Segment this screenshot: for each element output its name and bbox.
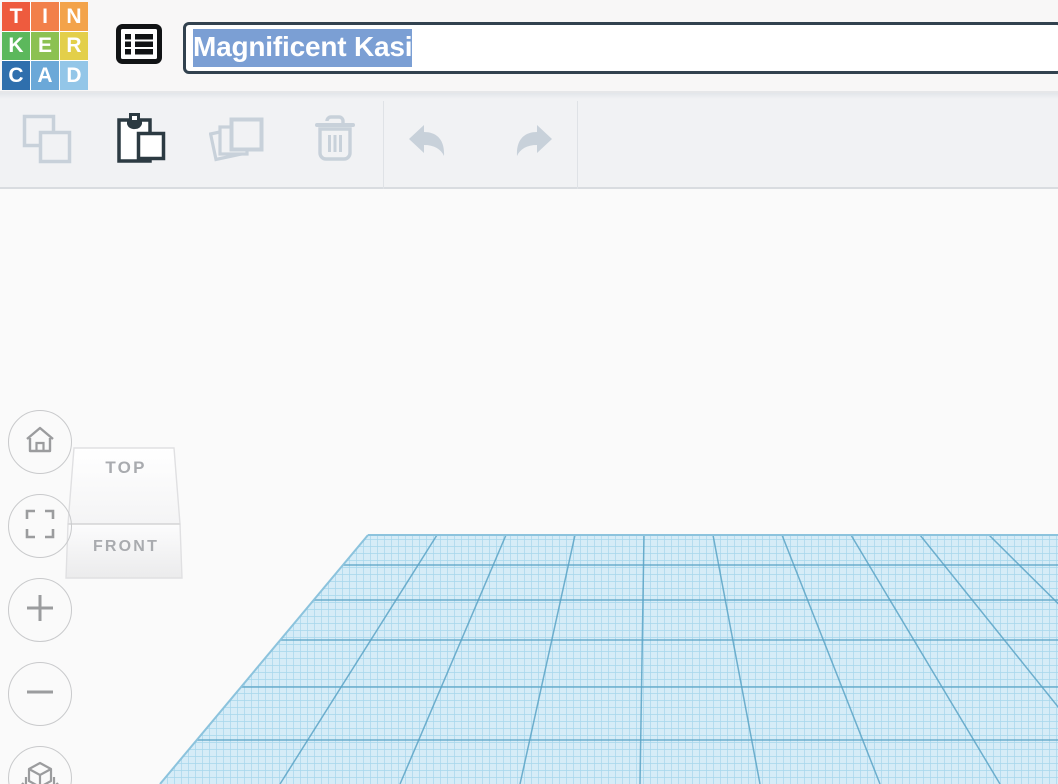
- fit-to-view-button[interactable]: [8, 494, 72, 558]
- copy-icon: [19, 111, 75, 172]
- logo-tile-e: E: [31, 31, 59, 61]
- logo-tile-c: C: [2, 61, 30, 90]
- edit-toolbar: [0, 93, 1058, 189]
- trash-icon: [307, 111, 363, 172]
- minus-icon: [24, 676, 56, 713]
- undo-arrow-icon: [404, 115, 462, 168]
- view-cube-front-label[interactable]: FRONT: [62, 538, 190, 556]
- logo-tile-n: N: [60, 2, 88, 31]
- zoom-in-button[interactable]: [8, 578, 72, 642]
- design-title-input[interactable]: Magnificent Kasi: [183, 22, 1058, 74]
- logo-tile-t: T: [2, 2, 30, 31]
- logo-tile-i: I: [31, 2, 59, 31]
- duplicate-icon: [208, 111, 269, 172]
- logo-tile-d: D: [60, 61, 88, 90]
- home-view-button[interactable]: [8, 410, 72, 474]
- tinkercad-app: T I N K E R C A D Magnificent Kasi TOP F…: [0, 0, 1058, 784]
- home-icon: [23, 424, 57, 461]
- cube-arrows-icon: [21, 759, 59, 784]
- paste-button[interactable]: [104, 107, 178, 175]
- duplicate-button[interactable]: [202, 107, 276, 175]
- logo-tile-k: K: [2, 31, 30, 61]
- design-menu-button[interactable]: [115, 22, 163, 70]
- logo-tile-a: A: [31, 61, 59, 90]
- toolbar-separator-2: [577, 101, 578, 189]
- view-cube-top-label[interactable]: TOP: [62, 458, 190, 478]
- tinkercad-logo[interactable]: T I N K E R C A D: [2, 2, 88, 90]
- redo-button[interactable]: [491, 107, 565, 175]
- app-header: T I N K E R C A D Magnificent Kasi: [0, 0, 1058, 93]
- plus-icon: [24, 592, 56, 629]
- view-cube[interactable]: TOP FRONT: [62, 430, 190, 590]
- logo-tile-r: R: [60, 31, 88, 61]
- redo-arrow-icon: [499, 115, 557, 168]
- paste-icon: [113, 111, 169, 172]
- zoom-out-button[interactable]: [8, 662, 72, 726]
- toolbar-sheen: [0, 93, 1058, 99]
- design-title-text[interactable]: Magnificent Kasi: [193, 28, 412, 68]
- undo-button[interactable]: [396, 107, 470, 175]
- delete-button[interactable]: [298, 107, 372, 175]
- list-menu-icon: [116, 23, 162, 69]
- toolbar-separator-1: [383, 101, 384, 189]
- copy-button[interactable]: [10, 107, 84, 175]
- view-cube-shape: [65, 447, 183, 579]
- design-viewport[interactable]: TOP FRONT: [0, 190, 1058, 784]
- fit-frame-icon: [24, 508, 56, 545]
